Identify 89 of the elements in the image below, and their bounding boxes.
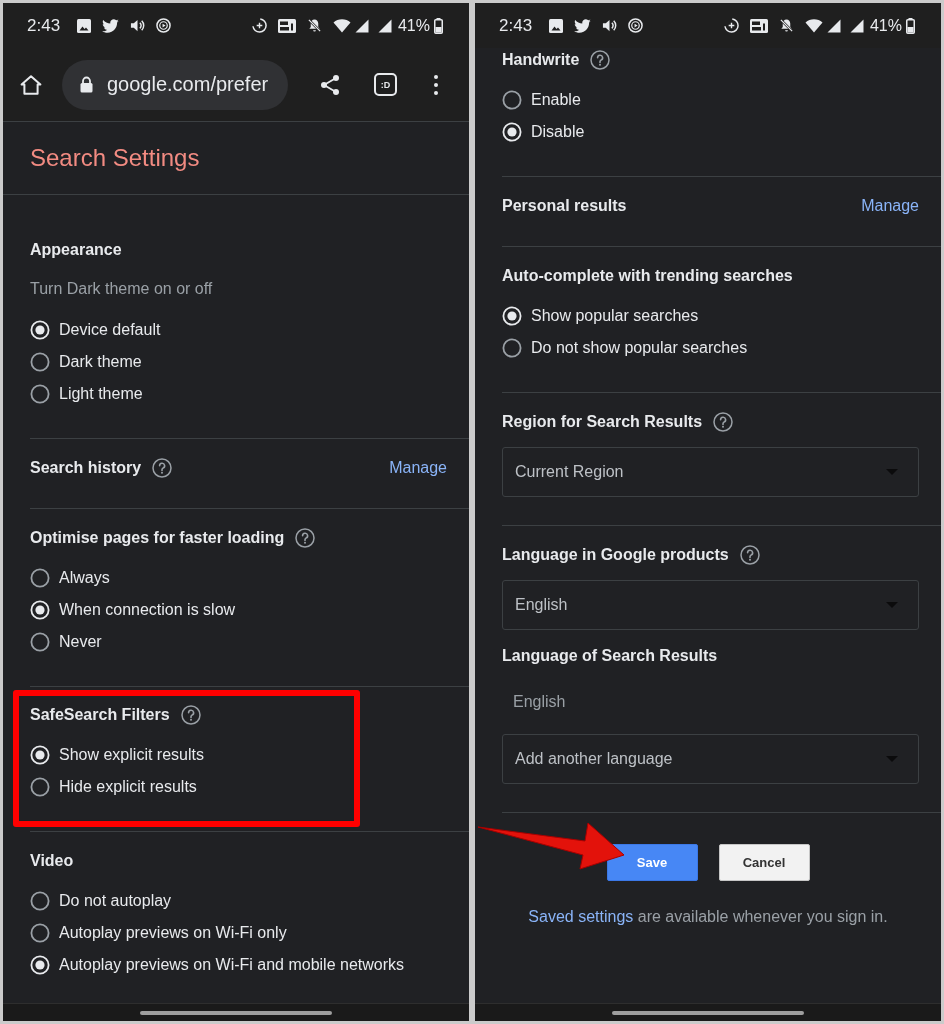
help-icon[interactable]: [152, 458, 173, 478]
section-heading: SafeSearch Filters: [30, 705, 170, 725]
signal-icon: [849, 18, 864, 33]
volume-icon: [602, 18, 618, 33]
option-label: Do not show popular searches: [531, 339, 748, 357]
help-icon[interactable]: [713, 412, 734, 432]
option-label: Hide explicit results: [59, 778, 197, 796]
section-heading: Search history: [30, 458, 142, 478]
manage-link[interactable]: Manage: [389, 456, 447, 480]
option-label: Show explicit results: [59, 746, 204, 764]
tab-switcher-button[interactable]: :D: [374, 73, 397, 96]
radio-button[interactable]: [30, 568, 50, 588]
signal-icon: [826, 18, 841, 33]
radio-button[interactable]: [30, 923, 50, 943]
play-circle-icon: [156, 18, 172, 33]
saved-settings-link[interactable]: Saved settings: [528, 908, 634, 925]
option-label: Light theme: [59, 385, 143, 403]
bell-off-icon: [306, 18, 322, 33]
image-icon: [549, 18, 564, 33]
section-heading: Auto-complete with trending searches: [502, 266, 793, 286]
option-label: Never: [59, 633, 102, 651]
wifi-calling-icon: [277, 18, 296, 33]
lock-icon: [80, 76, 93, 93]
bird-icon: [574, 18, 592, 33]
radio-button[interactable]: [30, 352, 50, 372]
radio-button[interactable]: [30, 632, 50, 652]
option-label: Autoplay previews on Wi-Fi only: [59, 924, 287, 942]
option-label: Always: [59, 569, 110, 587]
radio-button[interactable]: [502, 90, 522, 110]
wifi-icon: [804, 18, 823, 33]
section-heading: Language of Search Results: [502, 646, 718, 666]
option-label: Disable: [531, 123, 585, 141]
play-circle-icon: [628, 18, 644, 33]
manage-link[interactable]: Manage: [861, 194, 919, 218]
battery-percent: 41%: [397, 16, 430, 35]
battery-icon: [434, 17, 443, 34]
circle-plus-icon: [723, 18, 739, 33]
help-icon[interactable]: [295, 528, 316, 548]
section-heading: Personal results: [502, 196, 627, 216]
option-label: Device default: [59, 321, 161, 339]
option-label: Enable: [531, 91, 581, 109]
home-icon[interactable]: [19, 72, 43, 97]
help-icon[interactable]: [590, 50, 611, 70]
wifi-icon: [332, 18, 351, 33]
share-icon[interactable]: [320, 73, 340, 96]
status-time: 2:43: [27, 15, 61, 36]
sign-in-note: Saved settings are available whenever you sign in.: [527, 907, 889, 927]
section-heading: Optimise pages for faster loading: [30, 528, 285, 548]
section-description: Turn Dark theme on or off: [30, 279, 214, 299]
gesture-bar[interactable]: [140, 1010, 332, 1015]
signal-icon: [354, 18, 369, 33]
caret-icon: [886, 756, 898, 762]
battery-percent: 41%: [869, 16, 902, 35]
circle-plus-icon: [251, 18, 267, 33]
status-time: 2:43: [499, 15, 533, 36]
address-bar[interactable]: google.com/prefer: [62, 59, 288, 110]
help-icon[interactable]: [180, 705, 201, 725]
gesture-bar[interactable]: [612, 1010, 804, 1015]
option-label: Autoplay previews on Wi-Fi and mobile networks: [59, 956, 405, 974]
cancel-button[interactable]: Cancel: [718, 844, 810, 881]
bird-icon: [102, 18, 120, 33]
section-heading: Video: [30, 851, 74, 871]
radio-button[interactable]: [30, 891, 50, 911]
signal-icon: [377, 18, 392, 33]
option-label: Do not autoplay: [59, 892, 172, 910]
menu-icon[interactable]: [434, 74, 438, 95]
page-title: Search Settings: [30, 144, 200, 172]
wifi-calling-icon: [749, 18, 768, 33]
caret-icon: [886, 469, 898, 475]
caret-icon: [886, 602, 898, 608]
section-heading: Appearance: [30, 240, 122, 260]
option-label: When connection is slow: [59, 601, 236, 619]
radio-button[interactable]: [30, 777, 50, 797]
dropdown[interactable]: Current Region: [502, 447, 919, 497]
option-label: Dark theme: [59, 353, 142, 371]
radio-button[interactable]: [30, 384, 50, 404]
language-label: English: [512, 692, 567, 712]
battery-icon: [906, 17, 915, 34]
section-heading: Language in Google products: [502, 545, 729, 565]
dropdown[interactable]: Add another language: [502, 734, 919, 784]
bell-off-icon: [778, 18, 794, 33]
section-heading: Region for Search Results: [502, 412, 703, 432]
help-icon[interactable]: [739, 545, 760, 565]
radio-button[interactable]: [502, 338, 522, 358]
image-icon: [77, 18, 92, 33]
volume-icon: [130, 18, 146, 33]
dropdown[interactable]: English: [502, 580, 919, 630]
section-heading: Handwrite: [502, 50, 580, 70]
option-label: Show popular searches: [531, 307, 699, 325]
